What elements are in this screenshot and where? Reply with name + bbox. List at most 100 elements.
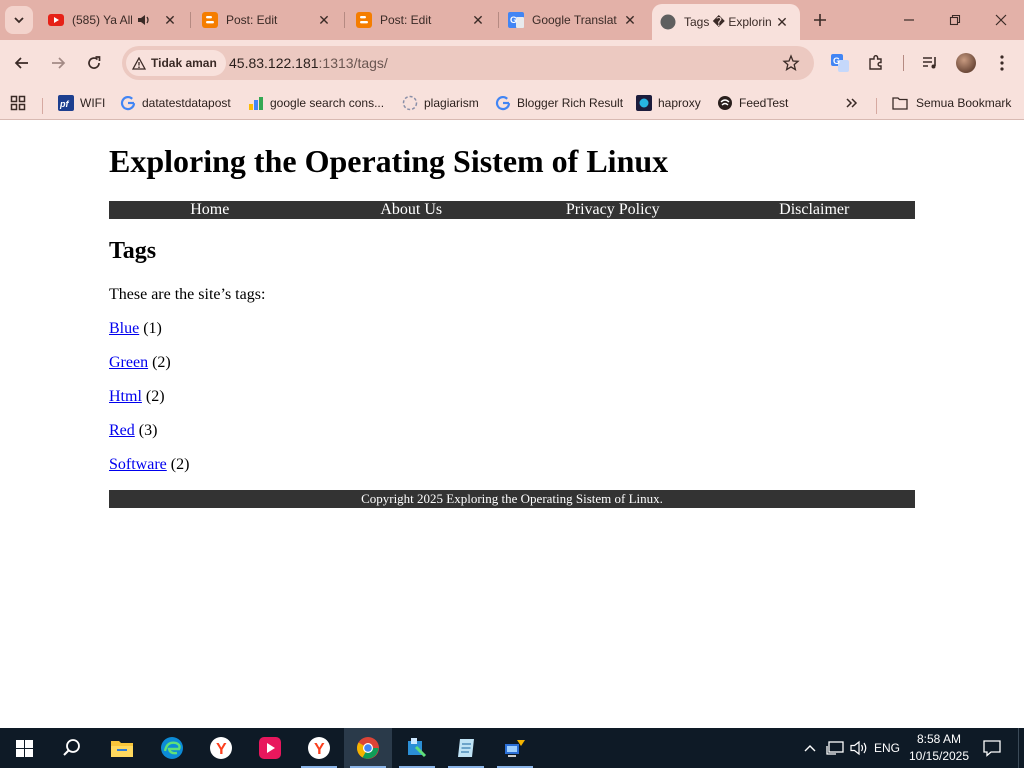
bookmarks-overflow-button[interactable] bbox=[844, 92, 866, 114]
media-player-icon bbox=[259, 737, 281, 759]
tray-overflow-button[interactable] bbox=[800, 728, 820, 768]
close-icon[interactable]: ✕ bbox=[314, 10, 334, 30]
bookmarks-bar: pf WIFI datatestdatapost google search c… bbox=[0, 86, 1024, 120]
minimize-button[interactable] bbox=[886, 0, 932, 40]
tag-link-blue[interactable]: Blue bbox=[109, 320, 139, 337]
bookmark-label: google search cons... bbox=[270, 96, 385, 110]
tag-item: Software (2) bbox=[109, 456, 189, 474]
bookmark-datatestdatapost[interactable]: datatestdatapost bbox=[120, 92, 231, 114]
system-clock[interactable]: 8:58 AM 10/15/2025 bbox=[900, 731, 978, 765]
svg-text:G: G bbox=[833, 56, 840, 66]
reload-button[interactable] bbox=[80, 49, 108, 77]
google-translate-extension-icon[interactable]: G bbox=[828, 51, 852, 75]
network-tool-button[interactable] bbox=[491, 728, 539, 768]
bookmark-plagiarism[interactable]: plagiarism bbox=[402, 92, 479, 114]
close-window-button[interactable] bbox=[978, 0, 1024, 40]
windows-logo-icon bbox=[15, 739, 33, 757]
close-icon bbox=[995, 14, 1007, 26]
site-footer: Copyright 2025 Exploring the Operating S… bbox=[109, 490, 915, 508]
bookmark-blogger-rich-result[interactable]: Blogger Rich Result bbox=[495, 92, 623, 114]
bookmark-feedtest[interactable]: FeedTest bbox=[717, 92, 788, 114]
tag-count: (1) bbox=[143, 320, 162, 337]
media-control-icon[interactable] bbox=[918, 51, 942, 75]
show-desktop-button[interactable] bbox=[1018, 728, 1024, 768]
speaker-icon[interactable] bbox=[136, 12, 152, 28]
nav-disclaimer[interactable]: Disclaimer bbox=[714, 201, 916, 219]
tab-tags-active[interactable]: Tags � Explorin ✕ bbox=[652, 4, 800, 40]
tab-title: Google Translat bbox=[532, 13, 617, 27]
edge-button[interactable] bbox=[148, 728, 196, 768]
notification-icon bbox=[983, 740, 1001, 757]
yandex-browser-button[interactable]: Y bbox=[197, 728, 245, 768]
address-bar[interactable]: Tidak aman 45.83.122.181:1313/tags/ bbox=[122, 46, 814, 80]
tab-search-button[interactable] bbox=[5, 6, 33, 34]
tab-post-edit-2[interactable]: Post: Edit ✕ bbox=[348, 4, 496, 36]
url-host: 45.83.122.181 bbox=[229, 55, 319, 71]
notification-center-button[interactable] bbox=[978, 728, 1006, 768]
file-explorer-icon bbox=[111, 741, 133, 757]
svg-text:Y: Y bbox=[216, 741, 227, 758]
notepad-icon bbox=[458, 739, 474, 757]
network-tool-icon bbox=[505, 740, 525, 757]
chrome-button[interactable] bbox=[344, 728, 392, 768]
bookmark-label: plagiarism bbox=[424, 96, 479, 110]
close-icon[interactable]: ✕ bbox=[468, 10, 488, 30]
page-heading: Tags bbox=[109, 238, 157, 264]
security-chip[interactable]: Tidak aman bbox=[126, 50, 226, 76]
haproxy-icon bbox=[636, 95, 652, 111]
windows-taskbar: Y Y ENG 8:58 AM 10/15/2025 bbox=[0, 728, 1024, 768]
extensions-puzzle-icon[interactable] bbox=[864, 51, 888, 75]
security-app-button[interactable] bbox=[393, 728, 441, 768]
toolbar-separator bbox=[903, 55, 904, 71]
language-indicator[interactable]: ENG bbox=[872, 728, 902, 768]
search-button[interactable] bbox=[48, 728, 96, 768]
arrow-left-icon bbox=[14, 57, 28, 69]
youtube-icon bbox=[48, 12, 64, 28]
file-explorer-button[interactable] bbox=[98, 728, 146, 768]
arrow-right-icon bbox=[52, 57, 66, 69]
nav-about-us[interactable]: About Us bbox=[311, 201, 513, 219]
feed-icon bbox=[717, 95, 733, 111]
tag-link-software[interactable]: Software bbox=[109, 456, 167, 473]
bookmark-star-icon[interactable] bbox=[782, 54, 800, 72]
bookmark-wifi[interactable]: pf WIFI bbox=[58, 92, 105, 114]
tag-count: (2) bbox=[145, 388, 165, 405]
google-icon bbox=[495, 95, 511, 111]
bookmark-google-search-console[interactable]: google search cons... bbox=[248, 92, 384, 114]
restore-button[interactable] bbox=[932, 0, 978, 40]
nav-home[interactable]: Home bbox=[109, 201, 311, 219]
volume-button[interactable] bbox=[848, 728, 870, 768]
tab-youtube[interactable]: (585) Ya All ✕ bbox=[40, 4, 188, 36]
profile-avatar[interactable] bbox=[956, 53, 976, 73]
tag-link-red[interactable]: Red bbox=[109, 422, 135, 439]
media-player-button[interactable] bbox=[246, 728, 294, 768]
url-text[interactable]: 45.83.122.181:1313/tags/ bbox=[229, 55, 388, 71]
new-tab-button[interactable] bbox=[808, 8, 832, 32]
yandex-icon: Y bbox=[210, 737, 232, 759]
tab-separator bbox=[190, 12, 191, 28]
close-icon[interactable]: ✕ bbox=[772, 12, 792, 32]
notepad-button[interactable] bbox=[442, 728, 490, 768]
yandex-browser-button-2[interactable]: Y bbox=[295, 728, 343, 768]
bookmark-haproxy[interactable]: haproxy bbox=[636, 92, 701, 114]
speaker-icon bbox=[850, 740, 867, 756]
reload-icon bbox=[88, 56, 101, 69]
forward-button[interactable] bbox=[44, 49, 72, 77]
tag-link-html[interactable]: Html bbox=[109, 388, 142, 405]
tab-google-translate[interactable]: G Google Translat ✕ bbox=[500, 4, 648, 36]
chevron-double-right-icon bbox=[844, 95, 860, 111]
back-button[interactable] bbox=[8, 49, 36, 77]
nav-privacy-policy[interactable]: Privacy Policy bbox=[512, 201, 714, 219]
network-status-button[interactable] bbox=[824, 728, 846, 768]
close-icon[interactable]: ✕ bbox=[620, 10, 640, 30]
search-icon bbox=[63, 739, 80, 756]
start-button[interactable] bbox=[0, 728, 48, 768]
apps-grid-button[interactable] bbox=[10, 92, 32, 114]
tab-post-edit-1[interactable]: Post: Edit ✕ bbox=[194, 4, 342, 36]
menu-kebab-icon[interactable] bbox=[990, 51, 1014, 75]
all-bookmarks-folder[interactable]: Semua Bookmark bbox=[892, 92, 1011, 114]
folder-icon bbox=[892, 95, 908, 111]
close-icon[interactable]: ✕ bbox=[160, 10, 180, 30]
security-icon bbox=[408, 738, 427, 758]
tag-link-green[interactable]: Green bbox=[109, 354, 148, 371]
